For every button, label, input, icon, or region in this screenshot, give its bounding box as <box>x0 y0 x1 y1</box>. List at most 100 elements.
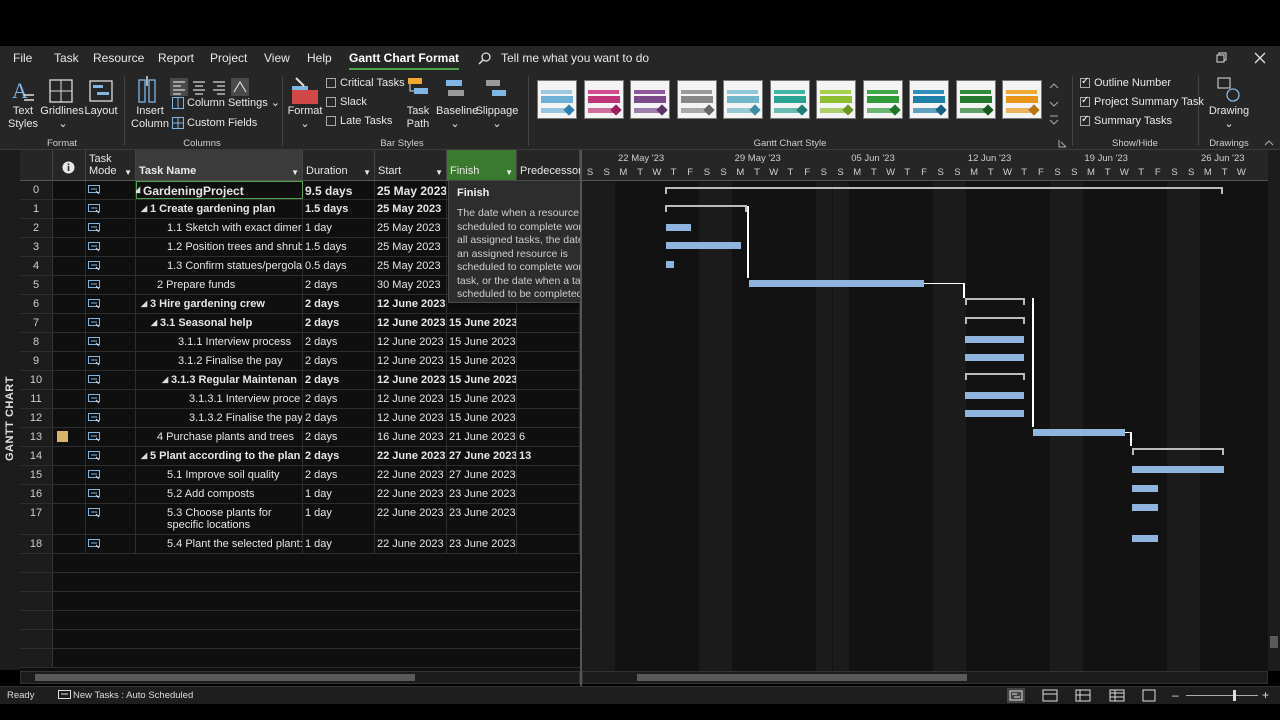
menu-file[interactable]: File <box>13 51 32 65</box>
menu-project[interactable]: Project <box>210 51 247 65</box>
task-name[interactable]: 5.2 Add composts <box>167 488 254 500</box>
predecessors-cell[interactable] <box>517 314 580 332</box>
close-icon[interactable] <box>1254 52 1266 64</box>
row-number[interactable]: 8 <box>20 333 53 351</box>
task-bar[interactable] <box>965 354 1024 361</box>
baseline-label[interactable]: Baseline <box>436 105 478 118</box>
start-cell[interactable]: 22 June 2023 <box>375 504 447 534</box>
zoom-in-button[interactable]: + <box>1262 688 1269 702</box>
duration-cell[interactable]: 2 days <box>303 409 375 427</box>
gantt-style-option[interactable] <box>723 80 763 119</box>
filter-arrow-icon[interactable]: ▼ <box>124 168 132 177</box>
collapse-toggle-icon[interactable]: ◢ <box>141 204 147 213</box>
task-name[interactable]: 5.3 Choose plants for <box>167 507 272 519</box>
task-name[interactable]: 5 Plant according to the plan <box>150 450 300 462</box>
task-name[interactable]: 5.1 Improve soil quality <box>167 469 280 481</box>
predecessors-cell[interactable] <box>517 535 580 553</box>
filter-arrow-icon[interactable]: ▼ <box>435 168 443 177</box>
finish-cell[interactable]: 23 June 2023 <box>447 485 517 503</box>
format-bar-label[interactable]: Format <box>286 105 324 118</box>
baseline-chevron-icon[interactable]: ⌄ <box>450 118 460 131</box>
menu-view[interactable]: View <box>264 51 290 65</box>
slippage-label[interactable]: Slippage <box>474 105 520 118</box>
start-cell[interactable]: 12 June 2023 <box>375 371 447 389</box>
task-name-cell[interactable]: ◢ 3.1 Seasonal help <box>136 314 303 332</box>
task-path-icon[interactable] <box>406 76 430 104</box>
task-name-cell[interactable]: 1.2 Position trees and shrub <box>136 238 303 256</box>
gantt-style-option[interactable] <box>537 80 577 119</box>
project-summary-task-label[interactable]: Project Summary Task <box>1094 96 1204 109</box>
start-cell[interactable]: 22 June 2023 <box>375 535 447 553</box>
outline-number-checkbox[interactable] <box>1080 76 1090 88</box>
menu-task[interactable]: Task <box>54 51 79 65</box>
duration-cell[interactable]: 2 days <box>303 447 375 465</box>
format-chevron-icon[interactable]: ⌄ <box>300 118 310 131</box>
task-name-cell[interactable]: ◢ 3.1.3 Regular Maintenan <box>136 371 303 389</box>
task-bar[interactable] <box>666 242 741 249</box>
task-bar[interactable] <box>965 336 1024 343</box>
task-name-cell[interactable]: 1.3 Confirm statues/pergola <box>136 257 303 275</box>
gridlines-chevron-icon[interactable]: ⌄ <box>58 118 68 131</box>
summary-tasks-checkbox[interactable] <box>1080 114 1090 126</box>
vertical-scroll-thumb[interactable] <box>1270 636 1278 648</box>
task-bar[interactable] <box>1132 535 1158 542</box>
start-header[interactable]: Start ▼ <box>375 150 447 181</box>
task-name[interactable]: 2 Prepare funds <box>157 279 235 291</box>
task-name[interactable]: 3.1.2 Finalise the pay <box>178 355 283 367</box>
finish-cell[interactable]: 21 June 2023 <box>447 428 517 446</box>
project-summary-bar[interactable] <box>665 187 1223 194</box>
table-row[interactable]: 9 3.1.2 Finalise the pay 2 days 12 June 202… <box>20 352 580 371</box>
empty-row[interactable] <box>20 592 580 611</box>
task-name[interactable]: 3.1.3.1 Interview proce <box>189 393 300 405</box>
duration-cell[interactable]: 1 day <box>303 219 375 237</box>
row-number[interactable] <box>20 630 53 648</box>
start-cell[interactable]: 22 June 2023 <box>375 466 447 484</box>
gantt-style-option[interactable] <box>955 80 996 119</box>
project-summary-task-checkbox[interactable] <box>1080 95 1090 107</box>
search-icon[interactable] <box>478 51 492 65</box>
predecessors-cell[interactable] <box>517 466 580 484</box>
table-row[interactable]: 12 3.1.3.2 Finalise the pay 2 days 12 June … <box>20 409 580 428</box>
finish-cell[interactable]: 27 June 2023 <box>447 447 517 465</box>
summary-bar[interactable] <box>665 205 747 212</box>
task-bar[interactable] <box>666 224 691 231</box>
empty-row[interactable] <box>20 573 580 592</box>
start-cell[interactable]: 25 May 2023 <box>375 219 447 237</box>
collapse-toggle-icon[interactable]: ◢ <box>151 318 157 327</box>
row-number[interactable]: 3 <box>20 238 53 256</box>
summary-bar[interactable] <box>965 298 1025 305</box>
collapse-ribbon-icon[interactable] <box>1264 138 1274 146</box>
text-styles-icon[interactable]: A <box>10 78 36 104</box>
predecessors-cell[interactable] <box>517 504 580 534</box>
task-name[interactable]: GardeningProject <box>143 184 244 198</box>
task-name-header[interactable]: Task Name ▼ <box>136 150 303 181</box>
task-name[interactable]: 1 Create gardening plan <box>150 203 275 215</box>
start-cell[interactable]: 12 June 2023 <box>375 295 447 313</box>
gantt-style-option[interactable] <box>816 80 856 119</box>
collapse-toggle-icon[interactable]: ◢ <box>141 451 147 460</box>
predecessors-cell[interactable] <box>517 371 580 389</box>
row-number[interactable] <box>20 649 53 667</box>
team-planner-icon[interactable] <box>1075 689 1091 702</box>
row-number[interactable]: 13 <box>20 428 53 446</box>
chart-horizontal-scrollbar[interactable] <box>582 671 1268 684</box>
table-row[interactable]: 18 5.4 Plant the selected plant: 1 day 22 J… <box>20 535 580 554</box>
row-number[interactable]: 7 <box>20 314 53 332</box>
task-name[interactable]: 1.2 Position trees and shrub <box>167 241 302 253</box>
summary-tasks-label[interactable]: Summary Tasks <box>1094 115 1172 128</box>
predecessors-cell[interactable]: 6 <box>517 428 580 446</box>
task-bar[interactable] <box>1033 429 1125 436</box>
layout-icon[interactable] <box>88 78 114 104</box>
menu-help[interactable]: Help <box>307 51 332 65</box>
predecessors-cell[interactable] <box>517 485 580 503</box>
table-scroll-thumb[interactable] <box>35 674 415 681</box>
gridlines-icon[interactable] <box>48 78 74 104</box>
task-name[interactable]: 3.1 Seasonal help <box>160 317 252 329</box>
gantt-view-icon[interactable] <box>1007 688 1025 703</box>
task-name-cell[interactable]: 4 Purchase plants and trees <box>136 428 303 446</box>
chart-scroll-thumb[interactable] <box>637 674 967 681</box>
slack-checkbox[interactable] <box>326 97 336 107</box>
task-name-cell[interactable]: 5.1 Improve soil quality <box>136 466 303 484</box>
row-number[interactable]: 0 <box>20 181 53 199</box>
zoom-slider-thumb[interactable] <box>1233 690 1236 701</box>
